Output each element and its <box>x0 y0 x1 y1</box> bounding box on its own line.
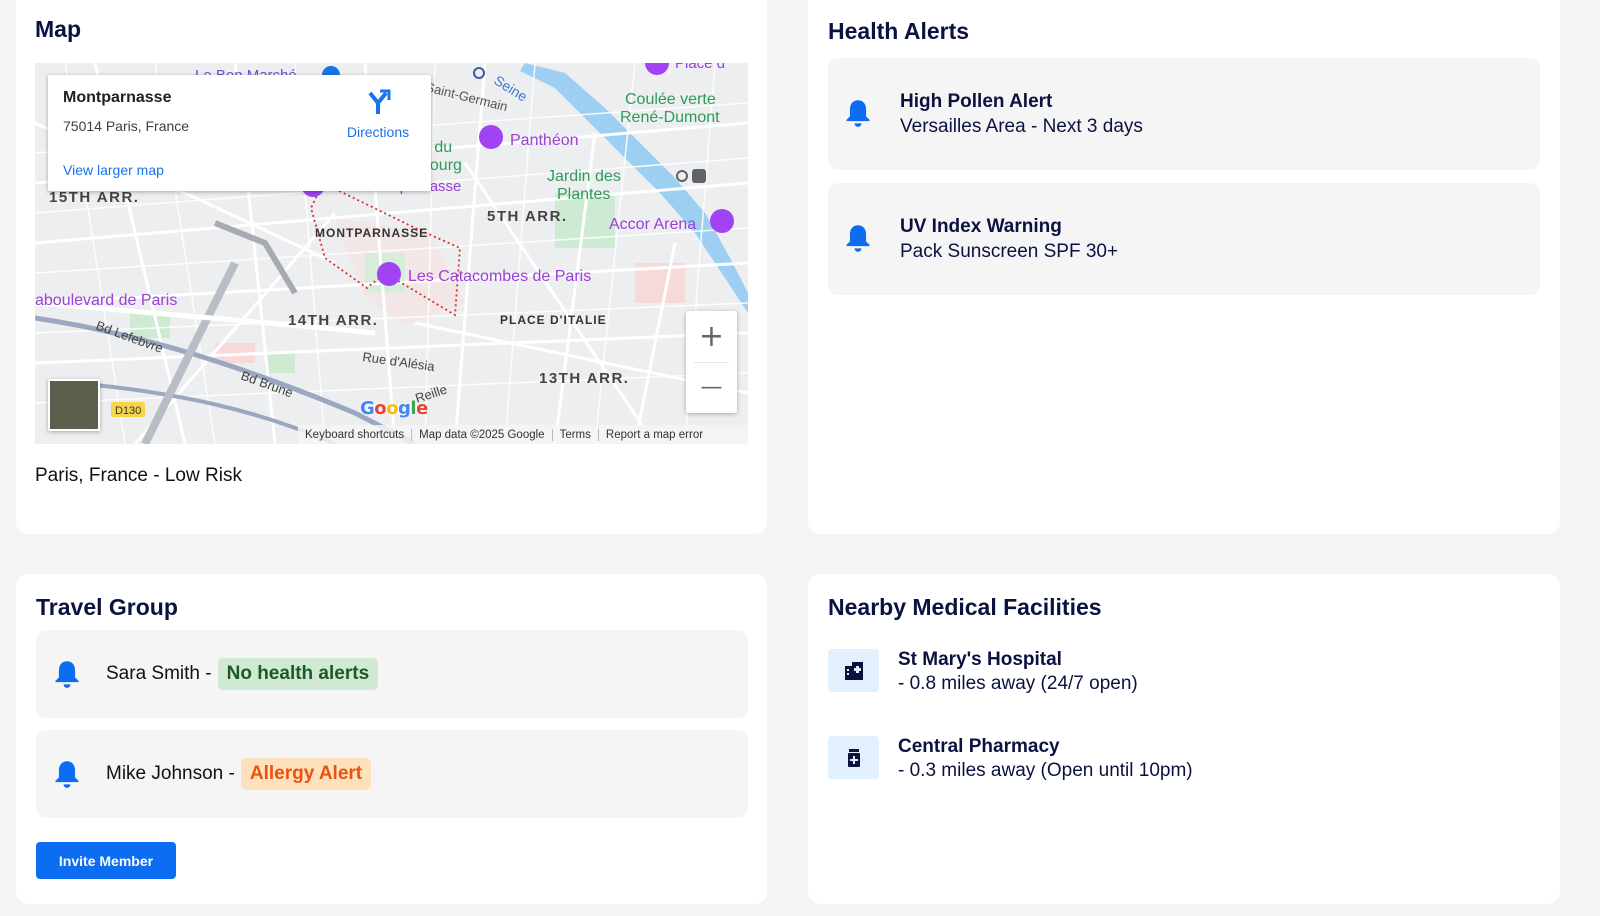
map-label: 13TH ARR. <box>539 370 629 387</box>
map-footer: Keyboard shortcuts Map data ©2025 Google… <box>298 425 748 444</box>
alert-item[interactable]: High Pollen Alert Versailles Area - Next… <box>828 58 1540 170</box>
map-label: Place d <box>675 63 725 72</box>
embedded-map[interactable]: Le Bon Marché Saint-Germain Seine Place … <box>35 63 748 444</box>
travel-group-title: Travel Group <box>36 594 178 620</box>
travel-group-card: Travel Group Sara Smith - No health aler… <box>16 574 767 904</box>
bell-icon <box>55 661 79 688</box>
alert-detail: Pack Sunscreen SPF 30+ <box>900 241 1119 262</box>
google-logo: Google <box>360 398 428 419</box>
map-label: Jardin des <box>547 168 621 185</box>
facility-name: St Mary's Hospital <box>898 649 1062 670</box>
health-alerts-card: Health Alerts High Pollen Alert Versaill… <box>808 0 1560 534</box>
map-label: Plantes <box>557 186 610 203</box>
member-name: Mike Johnson - <box>106 763 235 784</box>
satellite-toggle[interactable] <box>48 379 100 431</box>
map-label: MONTPARNASSE <box>315 226 428 240</box>
map-label: Panthéon <box>510 132 579 149</box>
infobox-address: 75014 Paris, France <box>63 118 190 134</box>
zoom-out-button[interactable]: — <box>686 362 737 413</box>
facility-info: - 0.3 miles away (Open until 10pm) <box>898 760 1193 781</box>
group-member[interactable]: Sara Smith - No health alerts <box>36 630 748 718</box>
map-label: 15TH ARR. <box>49 189 139 206</box>
medical-facilities-card: Nearby Medical Facilities St Mary's Hosp… <box>808 574 1560 904</box>
facility-item[interactable]: St Mary's Hospital - 0.8 miles away (24/… <box>828 649 1528 709</box>
terms-link[interactable]: Terms <box>553 428 599 441</box>
zoom-control: + — <box>686 311 737 413</box>
alert-title: UV Index Warning <box>900 216 1062 237</box>
map-card: Map Saint-Germain Seine Place d Coulée v… <box>16 0 767 534</box>
alert-item[interactable]: UV Index Warning Pack Sunscreen SPF 30+ <box>828 183 1540 295</box>
report-error-link[interactable]: Report a map error <box>599 429 710 441</box>
member-name: Sara Smith - <box>106 663 212 684</box>
map-label: aboulevard de Paris <box>35 292 177 309</box>
alert-title: High Pollen Alert <box>900 91 1053 112</box>
location-risk-caption: Paris, France - Low Risk <box>35 465 242 486</box>
map-label: 5TH ARR. <box>487 208 568 225</box>
map-label: Coulée verte <box>625 91 716 108</box>
map-label: D130 <box>115 405 141 417</box>
bell-icon <box>846 225 870 252</box>
map-label: PLACE D'ITALIE <box>500 313 607 327</box>
map-data-text: Map data ©2025 Google <box>412 428 553 441</box>
facility-item[interactable]: Central Pharmacy - 0.3 miles away (Open … <box>828 736 1528 796</box>
medical-facilities-title: Nearby Medical Facilities <box>828 594 1102 620</box>
infobox-place-name: Montparnasse <box>63 89 172 106</box>
keyboard-shortcuts-link[interactable]: Keyboard shortcuts <box>298 428 413 441</box>
status-badge: No health alerts <box>217 658 379 690</box>
directions-icon <box>368 89 391 114</box>
alert-detail: Versailles Area - Next 3 days <box>900 116 1143 137</box>
directions-button[interactable]: Directions <box>338 89 418 140</box>
group-member[interactable]: Mike Johnson - Allergy Alert <box>36 730 748 818</box>
facility-name: Central Pharmacy <box>898 736 1060 757</box>
pharmacy-icon <box>828 736 879 779</box>
map-label: 14TH ARR. <box>288 312 378 329</box>
invite-member-button[interactable]: Invite Member <box>36 842 176 879</box>
map-label: René-Dumont <box>620 109 720 126</box>
map-label: Accor Arena <box>609 216 696 233</box>
map-title: Map <box>35 16 81 42</box>
map-infobox: Montparnasse 75014 Paris, France View la… <box>48 75 431 191</box>
view-larger-map-link[interactable]: View larger map <box>63 162 164 178</box>
facility-info: - 0.8 miles away (24/7 open) <box>898 673 1138 694</box>
bell-icon <box>55 761 79 788</box>
directions-label: Directions <box>346 124 410 140</box>
status-badge: Allergy Alert <box>240 758 372 790</box>
map-label: Les Catacombes de Paris <box>408 268 591 285</box>
health-alerts-title: Health Alerts <box>828 18 970 44</box>
bell-icon <box>846 100 870 127</box>
hospital-icon <box>828 649 879 692</box>
zoom-in-button[interactable]: + <box>686 311 737 362</box>
